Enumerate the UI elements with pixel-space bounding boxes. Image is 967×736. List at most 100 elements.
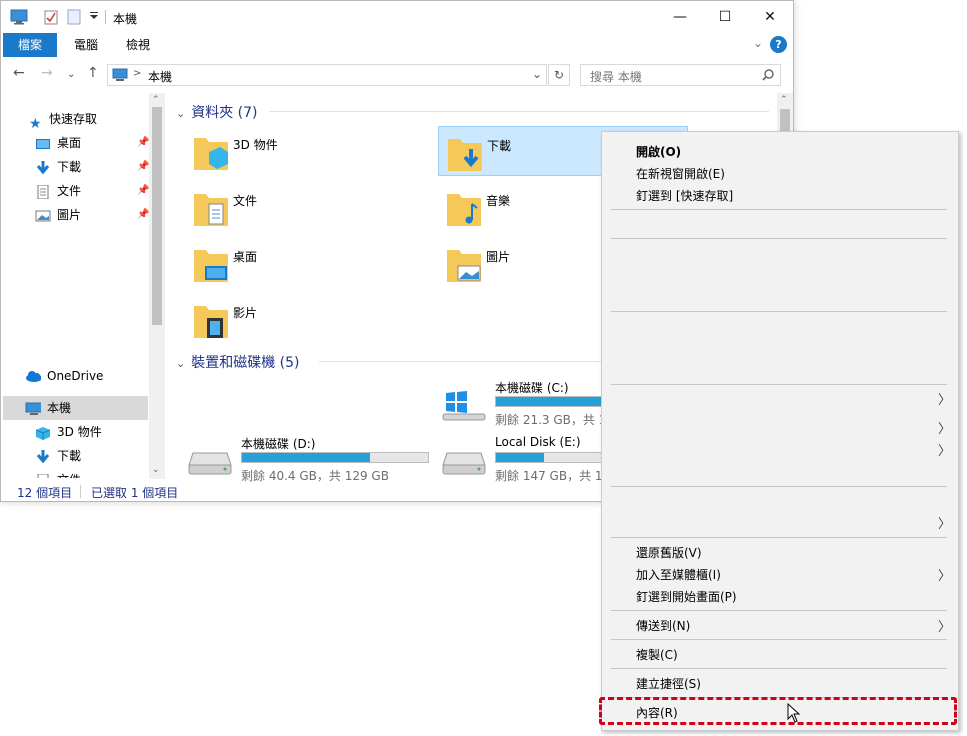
pin-icon[interactable]: 📌 — [137, 137, 149, 148]
submenu-arrow-icon[interactable]: 〉 — [938, 616, 951, 635]
nav-scroll-thumb[interactable] — [152, 107, 162, 325]
menu-add-to-library[interactable]: 加入至媒體櫃(I) — [636, 566, 721, 583]
pin-icon[interactable]: 📌 — [137, 185, 149, 196]
address-dropdown-icon[interactable]: ⌄ — [532, 67, 542, 81]
drive-name: 本機磁碟 (D:) — [241, 437, 316, 451]
submenu-arrow-icon[interactable]: 〉 — [938, 440, 951, 459]
nav-scrollbar[interactable]: ⌃ ⌄ — [149, 93, 165, 479]
properties-quick-icon[interactable] — [43, 9, 59, 25]
up-arrow-icon[interactable]: ↑ — [87, 65, 99, 81]
breadcrumb-this-pc[interactable]: 本機 — [148, 68, 172, 85]
menu-separator — [611, 610, 947, 611]
forward-arrow-icon[interactable]: → — [41, 65, 53, 81]
nav-pictures-label: 圖片 — [57, 208, 82, 222]
menu-send-to[interactable]: 傳送到(N) — [636, 617, 690, 634]
menu-separator — [611, 384, 947, 385]
nav-3d-objects[interactable]: 3D 物件 — [35, 421, 102, 443]
search-icon[interactable] — [762, 69, 774, 81]
item-count: 12 個項目 — [17, 486, 73, 500]
nav-pictures[interactable]: 圖片 — [35, 204, 81, 226]
help-button[interactable]: ? — [770, 36, 787, 53]
pin-icon[interactable]: 📌 — [137, 209, 149, 220]
window-title: 本機 — [113, 12, 138, 26]
menu-open[interactable]: 開啟(O) — [636, 143, 681, 160]
drive-d[interactable]: 本機磁碟 (D:) 剩餘 40.4 GB，共 129 GB — [187, 433, 429, 483]
tab-computer[interactable]: 電腦 — [62, 33, 110, 57]
search-input[interactable]: 搜尋 本機 — [580, 64, 781, 86]
nav-documents[interactable]: 文件 — [35, 180, 81, 202]
nav-desktop[interactable]: 桌面 — [35, 132, 81, 154]
submenu-arrow-icon[interactable]: 〉 — [938, 389, 951, 408]
tab-file[interactable]: 檔案 — [3, 33, 57, 57]
back-arrow-icon[interactable]: ← — [13, 65, 25, 81]
menu-restore-versions[interactable]: 還原舊版(V) — [636, 544, 702, 561]
folder-videos[interactable]: 影片 — [185, 294, 425, 344]
nav-onedrive-label: OneDrive — [47, 369, 104, 383]
menu-open-new-window[interactable]: 在新視窗開啟(E) — [636, 165, 725, 182]
menu-separator — [611, 486, 947, 487]
menu-separator — [611, 537, 947, 538]
menu-copy[interactable]: 複製(C) — [636, 646, 678, 663]
folders-group-header[interactable]: ⌄ 資料夾 (7) — [176, 102, 258, 122]
folder-video-icon — [194, 306, 228, 338]
nav-pc-documents[interactable]: 文件 — [35, 469, 81, 478]
nav-documents-label: 文件 — [57, 184, 82, 198]
submenu-arrow-icon[interactable]: 〉 — [938, 513, 951, 532]
folder-download-icon — [448, 139, 482, 171]
folder-label: 文件 — [233, 194, 258, 208]
folder-document-icon — [194, 194, 228, 226]
nav-quick-access[interactable]: ★ 快速存取 — [29, 108, 97, 132]
search-placeholder: 搜尋 本機 — [590, 70, 642, 84]
nav-pc-downloads[interactable]: 下載 — [35, 445, 81, 467]
nav-onedrive[interactable]: OneDrive — [25, 365, 103, 387]
maximize-button[interactable]: ☐ — [702, 1, 748, 33]
scroll-up-icon[interactable]: ⌃ — [780, 95, 788, 105]
drive-usage-bar — [241, 452, 429, 463]
menu-pin-to-start[interactable]: 釘選到開始畫面(P) — [636, 588, 737, 605]
folder-desktop[interactable]: 桌面 — [185, 238, 425, 288]
recent-locations-icon[interactable]: ⌄ — [67, 69, 75, 80]
tab-view[interactable]: 檢視 — [114, 33, 162, 57]
drives-group-header[interactable]: ⌄ 裝置和磁碟機 (5) — [176, 352, 300, 372]
document-icon — [37, 184, 49, 199]
folder-3d-objects[interactable]: 3D 物件 — [185, 126, 425, 176]
drive-free-space: 剩餘 21.3 GB，共 1 — [495, 413, 607, 427]
nav-downloads-label: 下載 — [57, 160, 82, 174]
new-folder-quick-icon[interactable] — [67, 9, 81, 25]
navigation-pane: ★ 快速存取 桌面 📌 下載 📌 文件 📌 圖片 📌 OneDrive 本機 3D… — [1, 93, 165, 478]
ribbon-tabs: 檔案 電腦 檢視 ⌄ ? — [1, 33, 793, 57]
mouse-cursor-icon — [787, 703, 801, 723]
submenu-arrow-icon[interactable]: 〉 — [938, 418, 951, 437]
nav-3d-objects-label: 3D 物件 — [57, 425, 102, 439]
folder-music-icon — [447, 194, 481, 226]
collapse-chevron-icon[interactable]: ⌄ — [176, 357, 185, 370]
drive-name: Local Disk (E:) — [495, 435, 581, 449]
menu-separator — [611, 209, 947, 210]
submenu-arrow-icon[interactable]: 〉 — [938, 565, 951, 584]
scroll-up-icon[interactable]: ⌃ — [152, 95, 160, 105]
navigation-row: ← → ⌄ ↑ > 本機 ⌄ ↻ 搜尋 本機 — [1, 61, 793, 89]
folder-label: 影片 — [233, 306, 258, 320]
breadcrumb-separator[interactable]: > — [133, 68, 141, 79]
refresh-button[interactable]: ↻ — [548, 64, 570, 86]
title-bar: 本機 — ☐ ✕ — [1, 1, 793, 33]
selected-count: 已選取 1 個項目 — [91, 486, 179, 500]
minimize-button[interactable]: — — [657, 1, 703, 33]
close-button[interactable]: ✕ — [747, 1, 793, 33]
drive-name: 本機磁碟 (C:) — [495, 381, 569, 395]
nav-this-pc[interactable]: 本機 — [25, 397, 71, 419]
pin-icon[interactable]: 📌 — [137, 161, 149, 172]
windows-drive-icon — [442, 391, 486, 421]
folder-documents[interactable]: 文件 — [185, 182, 425, 232]
status-divider — [80, 485, 81, 498]
nav-desktop-label: 桌面 — [57, 136, 82, 150]
collapse-chevron-icon[interactable]: ⌄ — [176, 107, 185, 120]
scroll-down-icon[interactable]: ⌄ — [152, 465, 160, 475]
hard-drive-icon — [442, 452, 486, 475]
menu-create-shortcut[interactable]: 建立捷徑(S) — [636, 675, 701, 692]
menu-pin-quick-access[interactable]: 釘選到 [快速存取] — [636, 187, 733, 204]
expand-ribbon-icon[interactable]: ⌄ — [753, 36, 763, 50]
customize-quick-access-icon[interactable] — [89, 9, 99, 25]
address-bar[interactable]: > 本機 ⌄ — [107, 64, 547, 86]
nav-downloads[interactable]: 下載 — [35, 156, 81, 178]
